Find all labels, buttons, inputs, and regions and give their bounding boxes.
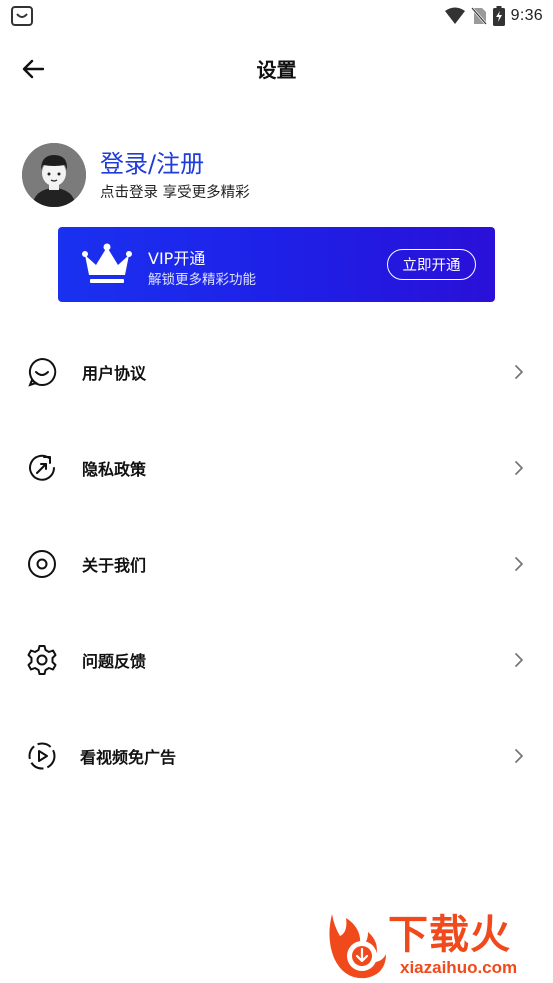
menu-label: 问题反馈	[82, 652, 147, 671]
menu-label: 看视频免广告	[80, 748, 177, 767]
menu-label: 关于我们	[82, 556, 147, 575]
crown-icon	[82, 243, 132, 283]
login-register-link[interactable]: 登录/注册	[100, 149, 250, 179]
chevron-right-icon	[515, 749, 523, 763]
profile-text: 登录/注册 点击登录 享受更多精彩	[100, 149, 250, 202]
chevron-right-icon	[515, 557, 523, 571]
header: 设置	[0, 44, 553, 92]
page-title: 设置	[256, 58, 297, 82]
bag-icon	[11, 6, 33, 26]
status-bar: 9:36	[0, 0, 553, 32]
target-icon	[26, 548, 58, 580]
menu-item-privacy-policy[interactable]: 隐私政策	[0, 420, 553, 516]
smile-bubble-icon	[26, 356, 58, 388]
menu-item-video-no-ads[interactable]: 看视频免广告	[0, 708, 553, 804]
watermark-text: 下载火	[388, 912, 511, 958]
chevron-right-icon	[515, 461, 523, 475]
settings-menu: 用户协议 隐私政策 关于我们 问题反馈 看视频免广告	[0, 324, 553, 804]
login-subtitle: 点击登录 享受更多精彩	[100, 184, 250, 201]
default-avatar-icon	[22, 143, 86, 207]
avatar[interactable]	[22, 143, 86, 207]
refresh-icon	[26, 452, 58, 484]
wifi-icon	[444, 7, 465, 24]
menu-label: 隐私政策	[82, 460, 147, 479]
watermark-url: xiazaihuo.com	[400, 958, 518, 977]
status-time: 9:36	[510, 7, 543, 24]
chevron-right-icon	[515, 653, 523, 667]
vip-subtitle: 解锁更多精彩功能	[148, 272, 256, 288]
menu-item-about-us[interactable]: 关于我们	[0, 516, 553, 612]
vip-banner[interactable]: VIP开通 解锁更多精彩功能 立即开通	[58, 227, 495, 302]
profile-login[interactable]: 登录/注册 点击登录 享受更多精彩	[22, 143, 250, 207]
menu-item-user-agreement[interactable]: 用户协议	[0, 324, 553, 420]
chevron-right-icon	[515, 365, 523, 379]
vip-open-button[interactable]: 立即开通	[387, 249, 476, 280]
gear-icon	[26, 644, 58, 676]
menu-label: 用户协议	[82, 364, 147, 383]
menu-item-feedback[interactable]: 问题反馈	[0, 612, 553, 708]
battery-charging-icon	[492, 6, 505, 26]
play-dashed-icon	[26, 740, 58, 772]
no-sim-icon	[470, 7, 487, 25]
vip-title: VIP开通	[148, 249, 206, 268]
flame-logo-icon	[329, 914, 386, 979]
watermark-logo: 下载火 xiazaihuo.com	[322, 908, 553, 983]
